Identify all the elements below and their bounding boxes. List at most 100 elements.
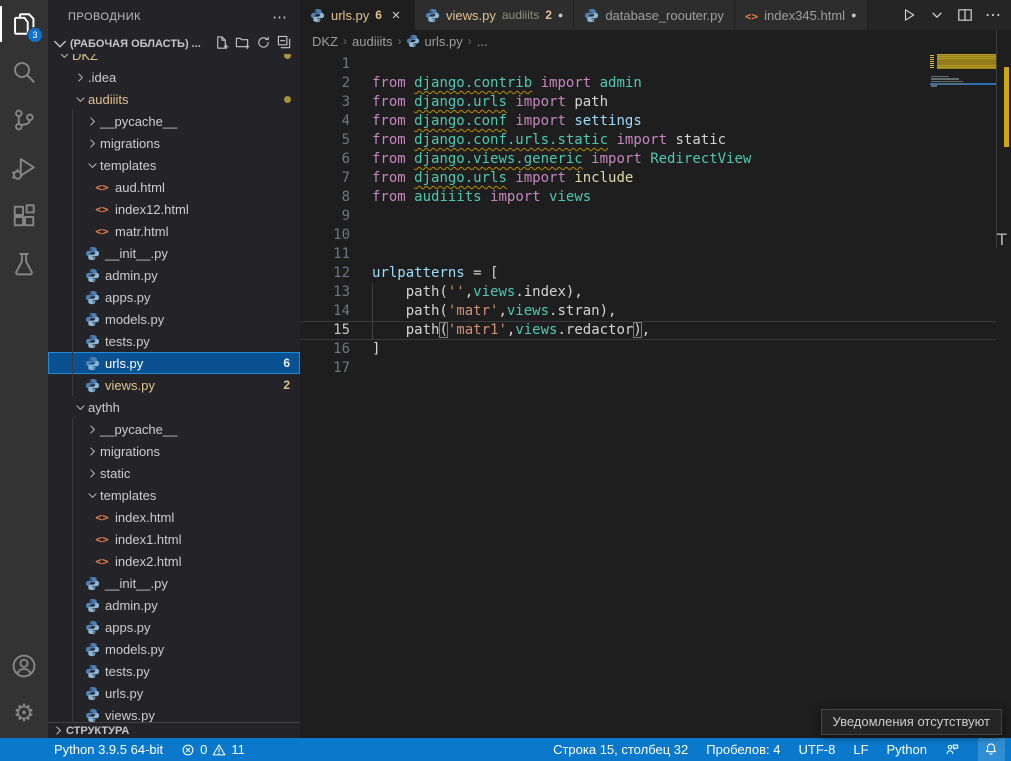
code-line-8: 8from audiiits import views [300,188,996,207]
tree-item-templates[interactable]: templates [48,484,300,506]
activity-bar-explorer[interactable]: 3 [0,0,48,48]
breadcrumb-item--[interactable]: ... [477,34,488,49]
tree-item--pycache-[interactable]: __pycache__ [48,110,300,132]
activity-bar-accounts[interactable] [0,642,48,690]
tree-item-migrations[interactable]: migrations [48,440,300,462]
line-number: 5 [300,131,350,150]
code-line-15: 15 path('matr1',views.redactor), [300,321,996,340]
breadcrumb-item-audiiits[interactable]: audiiits [352,34,392,49]
line-number: 14 [300,302,350,321]
line-number: 16 [300,340,350,359]
tree-item-index2-html[interactable]: <>index2.html [48,550,300,572]
tree-item-audiiits[interactable]: audiiits [48,88,300,110]
close-icon[interactable]: × [388,7,404,24]
code-line-17: 17 [300,359,996,378]
activity-bar-search[interactable] [0,48,48,96]
line-content: urlpatterns = [ [372,264,498,283]
status-encoding[interactable]: UTF-8 [799,742,836,757]
tree-item-tests-py[interactable]: tests.py [48,660,300,682]
activity-bar-settings[interactable]: ⚙ [0,690,48,738]
more-actions[interactable]: ⋯ [985,5,1001,25]
chevron-right-icon [50,725,66,736]
modified-dot-icon[interactable]: ● [558,10,563,20]
tree-item-dkz[interactable]: DKZ [48,54,300,66]
new-file-icon[interactable] [214,35,229,53]
tree-item-apps-py[interactable]: apps.py [48,286,300,308]
activity-bar-source-control[interactable] [0,96,48,144]
status-indentation[interactable]: Пробелов: 4 [706,742,780,757]
html-file-icon: <> [94,511,110,524]
chevron-down-small-icon[interactable] [929,7,945,23]
split-editor-icon[interactable] [957,7,973,23]
status-language-mode[interactable]: Python [887,742,927,757]
tree-item-tests-py[interactable]: tests.py [48,330,300,352]
explorer-more-actions[interactable]: ⋯ [272,8,288,26]
tree-item-index12-html[interactable]: <>index12.html [48,198,300,220]
tree-item--init-py[interactable]: __init__.py [48,242,300,264]
tab-views-py[interactable]: views.pyaudiiits2● [415,0,574,30]
status-notifications[interactable] [978,738,1005,761]
code-line-12: 12urlpatterns = [ [300,264,996,283]
tree-item-urls-py[interactable]: urls.py [48,682,300,704]
workspace-section-header[interactable]: (РАБОЧАЯ ОБЛАСТЬ) ... [48,34,300,54]
tree-item-index-html[interactable]: <>index.html [48,506,300,528]
activity-bar-run-debug[interactable] [0,144,48,192]
overview-ruler-warning-marker[interactable] [1004,67,1009,147]
tree-item-static[interactable]: static [48,462,300,484]
tree-item--init-py[interactable]: __init__.py [48,572,300,594]
tree-item-aud-html[interactable]: <>aud.html [48,176,300,198]
tree-item-views-py[interactable]: views.py [48,704,300,722]
status-problems[interactable]: 011 [181,742,245,757]
editor-code[interactable]: 12from django.contrib import admin3from … [300,52,996,738]
tree-item-templates[interactable]: templates [48,154,300,176]
tree-item-views-py[interactable]: views.py2 [48,374,300,396]
breadcrumb-label: ... [477,34,488,49]
activity-bar-testing[interactable] [0,240,48,288]
chevron-down-icon [84,490,100,501]
tab-database-roouter-py[interactable]: database_roouter.py [574,0,735,30]
source-control-icon [11,107,37,133]
activity-bar-extensions[interactable] [0,192,48,240]
git-modified-dot [284,54,291,59]
status-cursor-position[interactable]: Строка 15, столбец 32 [553,742,688,757]
tree-item-models-py[interactable]: models.py [48,638,300,660]
tree-item-apps-py[interactable]: apps.py [48,616,300,638]
status-python-interpreter[interactable]: Python 3.9.5 64-bit [54,742,163,757]
breadcrumb-item-dkz[interactable]: DKZ [312,34,338,49]
tab-index345-html[interactable]: <>index345.html● [735,0,868,30]
tree-item-admin-py[interactable]: admin.py [48,594,300,616]
python-file-icon [84,290,100,305]
status-feedback[interactable] [945,742,960,757]
tree-item-models-py[interactable]: models.py [48,308,300,330]
tree-item-label: static [100,466,130,481]
new-folder-icon[interactable] [235,35,250,53]
tree-item-label: migrations [100,444,160,459]
breadcrumb-label: audiiits [352,34,392,49]
outline-section-header[interactable]: СТРУКТУРА [48,722,300,738]
tree-item-index1-html[interactable]: <>index1.html [48,528,300,550]
tree-item-aythh[interactable]: aythh [48,396,300,418]
explorer-sidebar: ПРОВОДНИК ⋯ (РАБОЧАЯ ОБЛАСТЬ) ... DKZ.id… [48,0,300,738]
tree-item-urls-py[interactable]: urls.py6 [48,352,300,374]
tree-item--pycache-[interactable]: __pycache__ [48,418,300,440]
play-icon[interactable] [901,7,917,23]
code-line-13: 13 path('',views.index), [300,283,996,302]
tab-urls-py[interactable]: urls.py6× [300,0,415,30]
refresh-icon[interactable] [256,35,271,53]
tree-item-migrations[interactable]: migrations [48,132,300,154]
breadcrumb-item-urls-py[interactable]: urls.py [406,34,462,49]
status-eol[interactable]: LF [853,742,868,757]
tree-item-matr-html[interactable]: <>matr.html [48,220,300,242]
chevron-right-icon [84,138,100,149]
tab-detail: audiiits [502,8,539,22]
tree-item--idea[interactable]: .idea [48,66,300,88]
line-content: from django.views.generic import Redirec… [372,150,751,169]
tree-item-label: admin.py [105,598,158,613]
collapse-all-icon[interactable] [277,35,292,53]
tab-label: views.py [446,8,496,23]
minimap[interactable] [930,52,996,262]
code-line-1: 1 [300,55,996,74]
tree-item-admin-py[interactable]: admin.py [48,264,300,286]
modified-dot-icon[interactable]: ● [851,10,856,20]
tab-problems-badge: 6 [375,8,382,22]
